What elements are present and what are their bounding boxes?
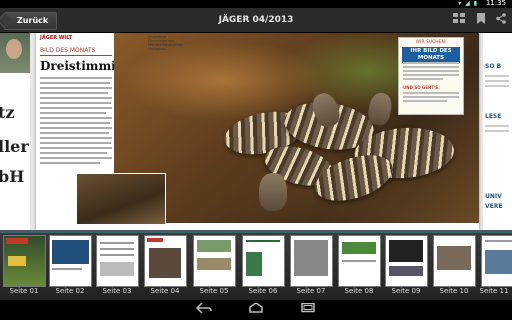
thumbnail-seite-01[interactable] [3, 235, 46, 287]
text-line [40, 122, 110, 124]
issue-title: JÄGER 04/2013 [218, 15, 294, 25]
back-nav-icon[interactable] [192, 302, 216, 317]
promo-box: WIR SUCHEN: IHR BILD DES MONATS UND SO G… [398, 37, 464, 115]
text-line [40, 92, 108, 94]
text-line [485, 85, 509, 87]
thumbnail-seite-04[interactable] [144, 235, 187, 287]
recent-apps-icon[interactable] [296, 302, 320, 317]
text-line [403, 74, 459, 76]
magazine-brand: JÄGER WILT [40, 35, 72, 41]
thumbnail-label: Seite 02 [55, 287, 85, 295]
text-line [40, 157, 112, 159]
bookmark-icon[interactable] [474, 13, 488, 27]
text-line [403, 96, 459, 98]
back-button[interactable]: Zurück [4, 12, 58, 30]
home-nav-icon[interactable] [244, 302, 268, 317]
text-line [403, 92, 459, 94]
thumbnail-label: Seite 06 [248, 287, 278, 295]
thumbnail-seite-07[interactable] [290, 235, 333, 287]
text-line [40, 87, 112, 89]
left-edge-text: bH [0, 167, 25, 186]
status-bar: ▾ ◢ ▮ 11:35 [0, 0, 512, 8]
left-edge-text: ller [0, 137, 29, 156]
share-icon[interactable] [494, 13, 508, 27]
text-line [40, 97, 112, 99]
inset-photo [76, 173, 166, 225]
text-line [403, 62, 459, 64]
thumbnail-label: Seite 10 [439, 287, 469, 295]
text-line [403, 66, 459, 68]
left-edge-text: tz [0, 103, 15, 122]
system-nav-bar [0, 300, 512, 320]
action-bar: JÄGER 04/2013 Zurück [0, 8, 512, 33]
thumbnail-label: Seite 08 [344, 287, 374, 295]
thumbnail-seite-09[interactable] [385, 235, 428, 287]
thumbnail-seite-03[interactable] [96, 235, 139, 287]
right-edge-label: SO B [485, 63, 502, 70]
text-line [40, 107, 112, 109]
thumbnail-label: Seite 11 [479, 287, 509, 295]
text-line [40, 152, 107, 154]
next-page-edge[interactable]: SO B LESE UNIV VERE [483, 33, 512, 230]
thumbnail-seite-05[interactable] [193, 235, 236, 287]
text-line [40, 82, 110, 84]
text-line [485, 125, 509, 127]
previous-page-edge[interactable]: tz ller bH [0, 33, 30, 230]
thumbnail-label: Seite 09 [391, 287, 421, 295]
text-line [40, 137, 112, 139]
page-spread[interactable]: JÄGER WILT BILD DES MONATS Dreistimmig U… [36, 33, 479, 230]
text-line [40, 112, 106, 114]
text-line [403, 78, 443, 80]
text-line [403, 70, 459, 72]
thumbnail-label: Seite 05 [199, 287, 229, 295]
text-line [40, 162, 100, 164]
thumbnail-label: Seite 03 [102, 287, 132, 295]
text-line [40, 127, 112, 129]
text-line [40, 117, 112, 119]
text-line [40, 102, 111, 104]
thumbnail-label: Seite 04 [150, 287, 180, 295]
text-line [403, 100, 447, 102]
status-clock: 11:35 [485, 0, 506, 7]
article-headline: Dreistimmig [40, 59, 125, 73]
right-edge-label: UNIV [485, 193, 502, 200]
grid-view-icon[interactable] [452, 13, 466, 27]
promo-banner: IHR BILD DES MONATS [402, 47, 460, 63]
thumbnail-seite-02[interactable] [49, 235, 92, 287]
promo-subheading: UND SO GEHT'S: [403, 85, 440, 90]
right-edge-label: LESE [485, 113, 502, 120]
page-thumbnail-strip[interactable]: Seite 01 Seite 02 Seite 03 Seite 04 Seit… [0, 230, 512, 301]
text-line [40, 147, 112, 149]
magazine-reader[interactable]: tz ller bH JÄGER WILT BILD DES MONATS Dr… [0, 33, 512, 230]
text-line [40, 132, 109, 134]
text-line [485, 80, 509, 82]
right-edge-label: VERE [485, 203, 503, 210]
thumbnail-label: Seite 01 [9, 287, 39, 295]
text-line [485, 75, 509, 77]
photo-caption: Ungefähre Frischlingsrotte, Waldwildbeob… [148, 35, 184, 51]
thumbnail-seite-11[interactable] [481, 235, 512, 287]
text-line [40, 142, 111, 144]
boar-head [366, 91, 394, 127]
thumbnail-seite-10[interactable] [433, 235, 476, 287]
scroll-indicator [0, 231, 512, 233]
thumbnail-seite-08[interactable] [338, 235, 381, 287]
text-line [40, 77, 112, 79]
text-line [485, 130, 509, 132]
status-icons: ▾ ◢ ▮ [458, 0, 478, 7]
author-photo [0, 33, 30, 73]
boar-head [259, 173, 287, 211]
promo-heading: WIR SUCHEN: [415, 40, 447, 45]
thumbnail-seite-06[interactable] [242, 235, 285, 287]
thumbnail-label: Seite 07 [296, 287, 326, 295]
section-kicker: BILD DES MONATS [40, 47, 112, 56]
